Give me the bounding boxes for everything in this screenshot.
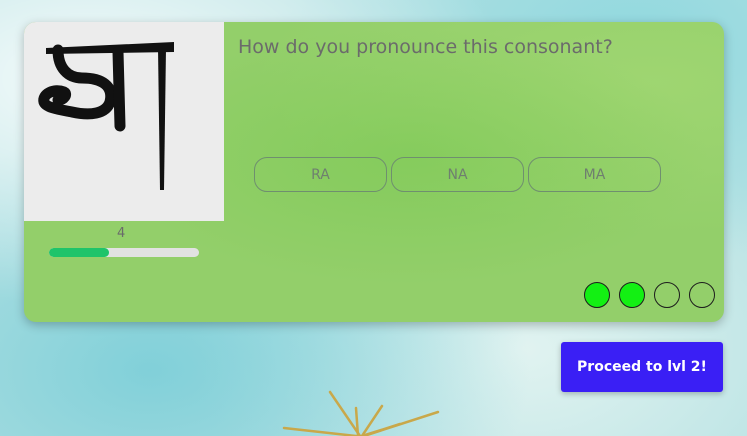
progress-bar — [49, 248, 199, 257]
answer-options: RA NA MA — [254, 157, 661, 192]
attempt-dot — [584, 282, 610, 308]
consonant-image — [24, 22, 224, 221]
attempt-dot — [619, 282, 645, 308]
proceed-button[interactable]: Proceed to lvl 2! — [561, 342, 723, 392]
tibetan-ma-glyph-icon — [38, 42, 174, 190]
option-ma-button[interactable]: MA — [528, 157, 661, 192]
option-na-button[interactable]: NA — [391, 157, 524, 192]
option-ra-button[interactable]: RA — [254, 157, 387, 192]
progress-fill — [49, 248, 109, 257]
level-counter: 4 — [117, 226, 126, 241]
sunburst-decoration — [282, 390, 440, 436]
attempt-dot — [654, 282, 680, 308]
attempt-indicators — [584, 282, 715, 308]
quiz-card: How do you pronounce this consonant? RA … — [24, 22, 724, 322]
attempt-dot — [689, 282, 715, 308]
question-text: How do you pronounce this consonant? — [238, 36, 613, 58]
